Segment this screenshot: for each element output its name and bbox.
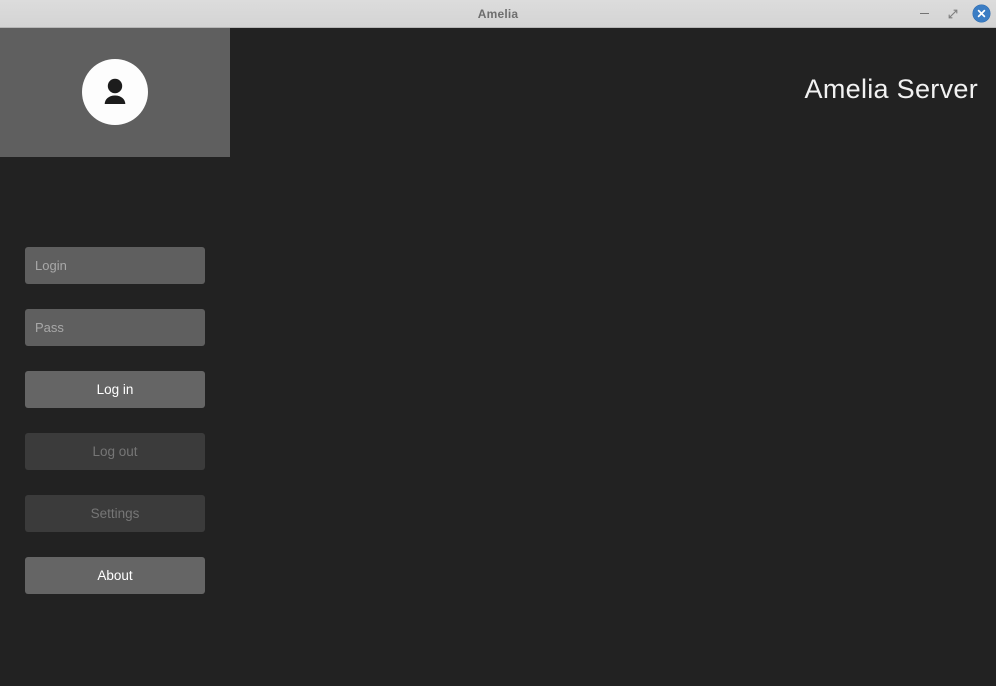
log-in-button[interactable]: Log in — [25, 371, 205, 408]
avatar — [82, 58, 148, 125]
application-window: Amelia Amelia Server Login Log in Log ou… — [0, 0, 996, 686]
maximize-button[interactable] — [944, 5, 962, 23]
avatar-panel — [0, 28, 230, 157]
controls-column: Log in Log out Settings About — [25, 247, 205, 594]
pass-input[interactable] — [25, 309, 205, 346]
close-icon — [977, 9, 986, 18]
settings-button: Settings — [25, 495, 205, 532]
log-out-button: Log out — [25, 433, 205, 470]
maximize-icon — [948, 9, 958, 18]
minimize-button[interactable] — [915, 5, 933, 23]
minimize-icon — [919, 12, 929, 15]
page-title: Amelia Server — [804, 74, 978, 104]
window-titlebar[interactable]: Amelia — [0, 0, 996, 28]
user-avatar-icon — [104, 78, 126, 104]
about-button[interactable]: About — [25, 557, 205, 594]
main-content: Amelia Server Log in Log out Settings Ab… — [0, 28, 996, 686]
login-input[interactable] — [25, 247, 205, 284]
close-button[interactable] — [973, 5, 990, 22]
window-title: Amelia — [477, 6, 519, 21]
window-controls — [915, 0, 990, 27]
